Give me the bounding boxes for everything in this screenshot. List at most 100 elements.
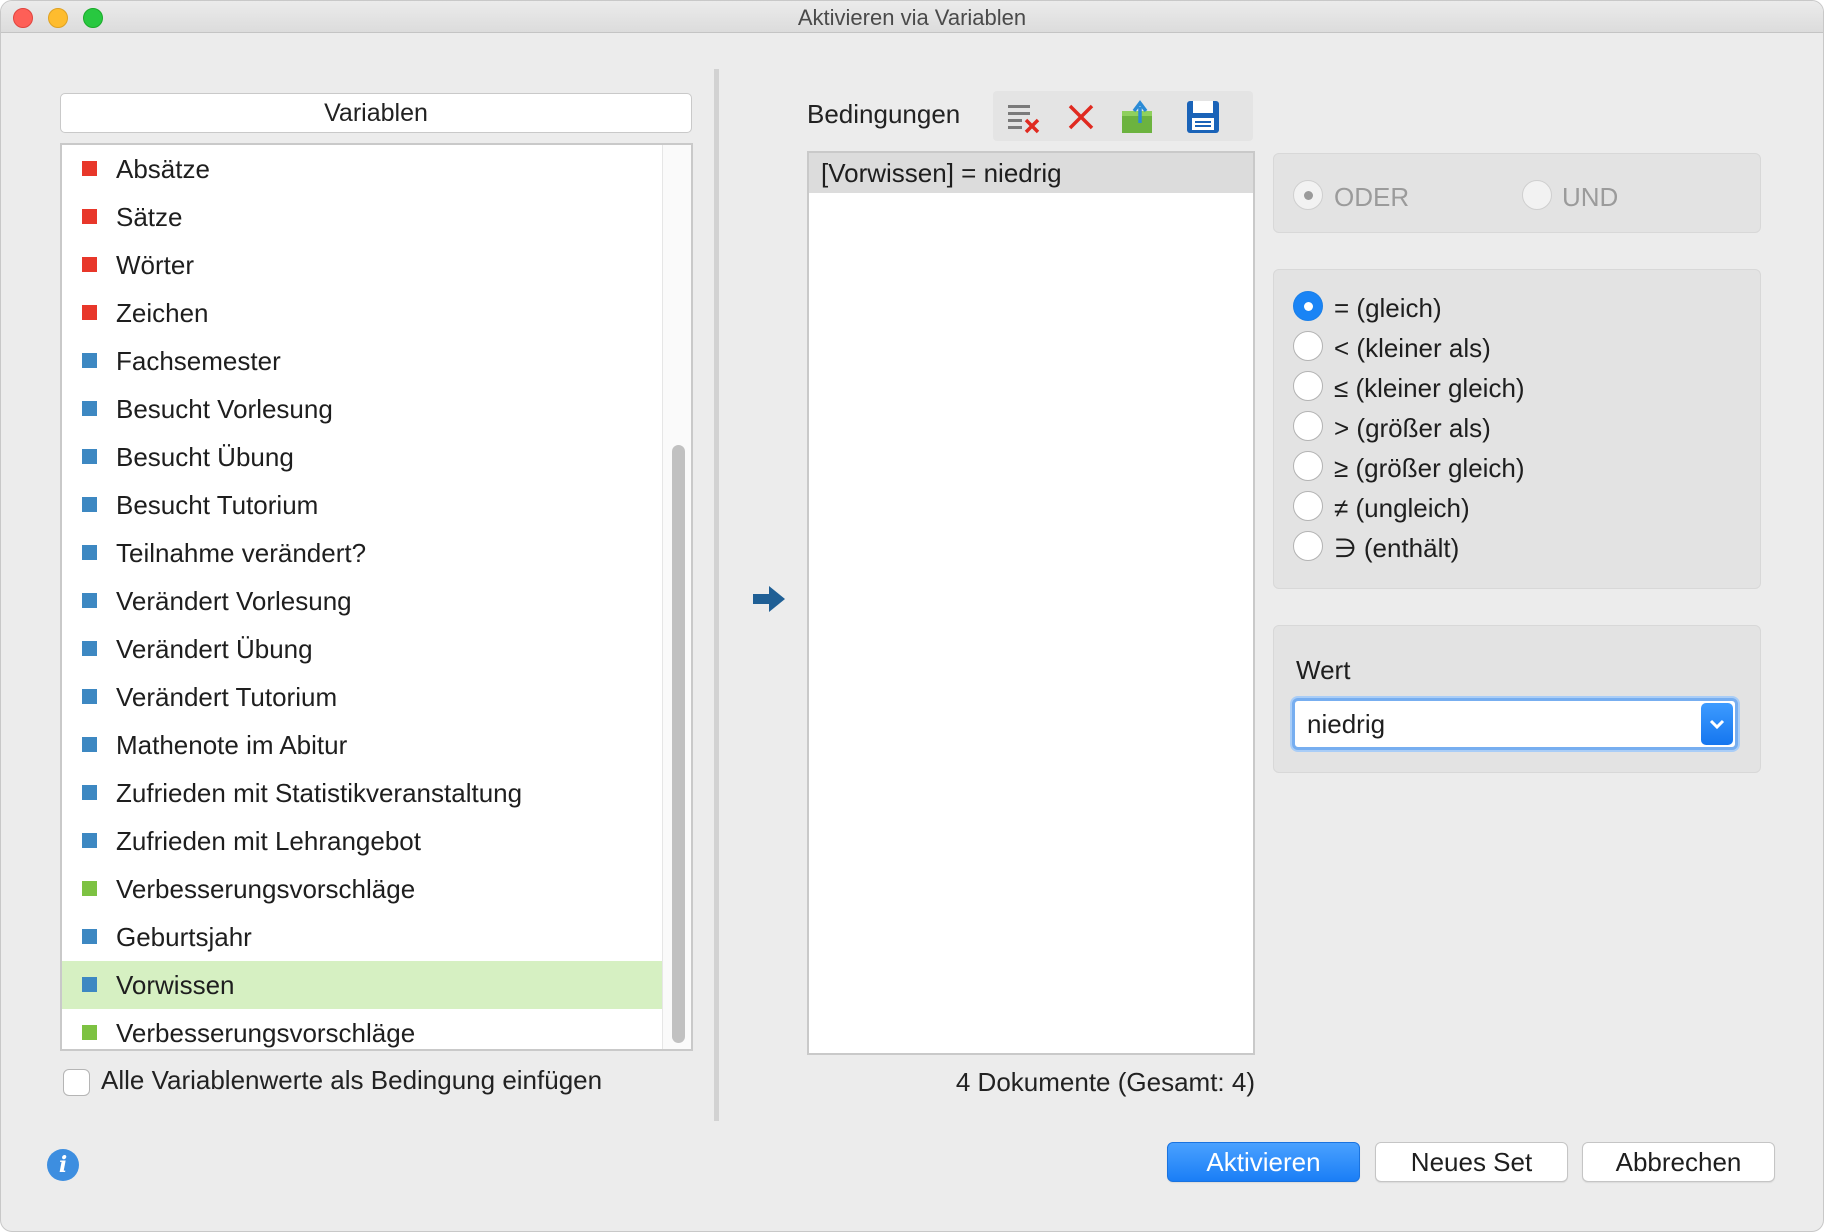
operator-radio[interactable] <box>1293 411 1323 441</box>
conditions-label: Bedingungen <box>807 99 961 129</box>
operator-label: ≠ (ungleich) <box>1334 493 1470 523</box>
variable-item[interactable]: Wörter <box>62 241 662 289</box>
conditions-toolbar <box>993 91 1253 141</box>
variable-item[interactable]: Besucht Tutorium <box>62 481 662 529</box>
variable-color-swatch <box>82 497 97 512</box>
variable-item[interactable]: Zufrieden mit Statistikveranstaltung <box>62 769 662 817</box>
variable-label: Zufrieden mit Statistikveranstaltung <box>116 778 523 808</box>
variable-label: Absätze <box>116 154 210 184</box>
variable-item[interactable]: Sätze <box>62 193 662 241</box>
conditions-list[interactable]: [Vorwissen] = niedrig <box>807 151 1255 1055</box>
variable-color-swatch <box>82 161 97 176</box>
operator-label: < (kleiner als) <box>1334 333 1491 363</box>
operator-label: ≤ (kleiner gleich) <box>1334 373 1525 403</box>
cancel-button[interactable]: Abbrechen <box>1582 1142 1775 1182</box>
value-select-value: niedrig <box>1307 709 1386 739</box>
logic-group: ODER UND <box>1273 153 1761 233</box>
variables-scrollbar[interactable] <box>662 145 691 1049</box>
pane-divider[interactable] <box>714 69 719 1121</box>
operator-label: ≥ (größer gleich) <box>1334 453 1525 483</box>
operator-label: = (gleich) <box>1334 293 1442 323</box>
select-arrow-button[interactable] <box>1701 703 1733 745</box>
operator-label: > (größer als) <box>1334 413 1491 443</box>
und-label: UND <box>1562 182 1619 212</box>
variable-color-swatch <box>82 257 97 272</box>
variable-label: Mathenote im Abitur <box>116 730 348 760</box>
variable-label: Besucht Tutorium <box>116 490 319 520</box>
scrollbar-thumb[interactable] <box>672 445 685 1043</box>
clear-list-icon[interactable] <box>1003 97 1043 137</box>
value-select[interactable]: niedrig <box>1292 698 1738 750</box>
variable-label: Geburtsjahr <box>116 922 252 952</box>
oder-label: ODER <box>1334 182 1410 212</box>
variable-label: Besucht Übung <box>116 442 294 472</box>
variable-color-swatch <box>82 881 97 896</box>
variable-label: Verändert Übung <box>116 634 313 664</box>
variable-color-swatch <box>82 209 97 224</box>
variable-item[interactable]: Besucht Übung <box>62 433 662 481</box>
variable-color-swatch <box>82 785 97 800</box>
variable-label: Vorwissen <box>116 970 235 1000</box>
variable-label: Teilnahme verändert? <box>116 538 367 568</box>
operator-radio[interactable] <box>1293 451 1323 481</box>
insert-all-values-label[interactable]: Alle Variablenwerte als Bedingung einfüg… <box>101 1065 602 1096</box>
variable-label: Verbesserungsvorschläge <box>116 1018 416 1048</box>
variable-color-swatch <box>82 305 97 320</box>
variable-item[interactable]: Verändert Vorlesung <box>62 577 662 625</box>
operator-radio[interactable] <box>1293 531 1323 561</box>
delete-condition-icon[interactable] <box>1061 97 1101 137</box>
variable-color-swatch <box>82 545 97 560</box>
variable-label: Wörter <box>116 250 194 280</box>
variable-label: Zufrieden mit Lehrangebot <box>116 826 421 856</box>
variable-color-swatch <box>82 833 97 848</box>
add-condition-arrow-icon[interactable] <box>751 583 787 615</box>
export-icon[interactable] <box>1118 97 1158 137</box>
variables-list[interactable]: Absätze Sätze Wörter Zeichen Fachsemester Bes… <box>60 143 693 1051</box>
variable-item[interactable]: Zeichen <box>62 289 662 337</box>
title-bar: Aktivieren via Variablen <box>1 1 1823 33</box>
variable-color-swatch <box>82 353 97 368</box>
variable-color-swatch <box>82 977 97 992</box>
variable-item[interactable]: Teilnahme verändert? <box>62 529 662 577</box>
operator-radio[interactable] <box>1293 331 1323 361</box>
variable-color-swatch <box>82 689 97 704</box>
save-icon[interactable] <box>1183 97 1223 137</box>
variable-item[interactable]: Geburtsjahr <box>62 913 662 961</box>
variable-item[interactable]: Fachsemester <box>62 337 662 385</box>
variable-color-swatch <box>82 929 97 944</box>
activate-button[interactable]: Aktivieren <box>1167 1142 1360 1182</box>
oder-radio[interactable] <box>1293 180 1323 210</box>
variable-color-swatch <box>82 449 97 464</box>
variable-label: Sätze <box>116 202 183 232</box>
variables-header[interactable]: Variablen <box>60 93 692 133</box>
operator-radio[interactable] <box>1293 491 1323 521</box>
variable-item[interactable]: Besucht Vorlesung <box>62 385 662 433</box>
variable-item[interactable]: Zufrieden mit Lehrangebot <box>62 817 662 865</box>
dialog-window: Aktivieren via Variablen Variablen Absät… <box>0 0 1824 1232</box>
variable-label: Zeichen <box>116 298 209 328</box>
variable-item[interactable]: Verändert Übung <box>62 625 662 673</box>
window-title: Aktivieren via Variablen <box>797 5 1027 30</box>
variable-item[interactable]: Verändert Tutorium <box>62 673 662 721</box>
und-radio[interactable] <box>1522 180 1552 210</box>
variable-item[interactable]: Verbesserungsvorschläge <box>62 865 662 913</box>
variable-item[interactable]: Verbesserungsvorschläge <box>62 1009 662 1049</box>
variable-item[interactable]: Vorwissen <box>62 961 662 1009</box>
variable-color-swatch <box>82 641 97 656</box>
variable-label: Fachsemester <box>116 346 281 376</box>
variable-label: Verändert Vorlesung <box>116 586 352 616</box>
variable-item[interactable]: Mathenote im Abitur <box>62 721 662 769</box>
insert-all-values-checkbox[interactable] <box>63 1069 90 1096</box>
variable-label: Verbesserungsvorschläge <box>116 874 416 904</box>
variable-label: Besucht Vorlesung <box>116 394 333 424</box>
variable-item[interactable]: Absätze <box>62 145 662 193</box>
operator-label: ∋ (enthält) <box>1334 533 1460 563</box>
operator-radio[interactable] <box>1293 291 1323 321</box>
document-count: 4 Dokumente (Gesamt: 4) <box>955 1067 1255 1097</box>
variable-color-swatch <box>82 1025 97 1040</box>
info-icon[interactable]: i <box>47 1149 79 1181</box>
condition-row[interactable]: [Vorwissen] = niedrig <box>809 153 1253 193</box>
variable-color-swatch <box>82 401 97 416</box>
new-set-button[interactable]: Neues Set <box>1375 1142 1568 1182</box>
operator-radio[interactable] <box>1293 371 1323 401</box>
